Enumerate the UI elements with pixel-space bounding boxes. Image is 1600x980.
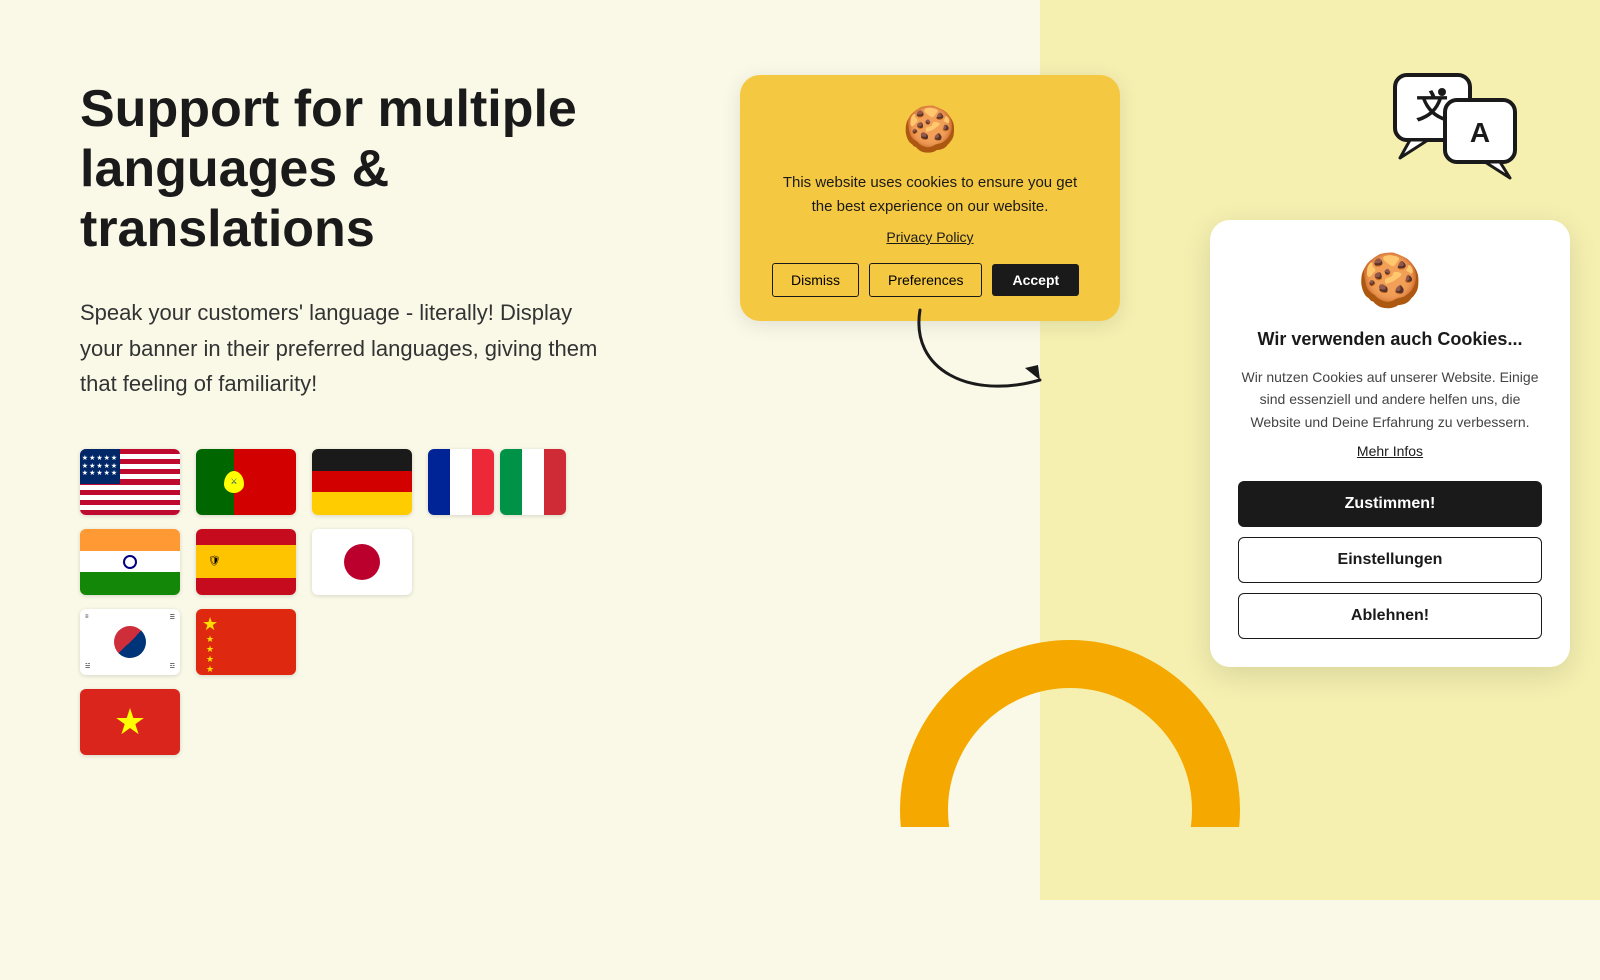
flag-kr: ≡ ☰ ☱ ☲	[80, 609, 180, 675]
de-banner-title: Wir verwenden auch Cookies...	[1238, 329, 1542, 350]
flags-row-2: 🛡	[80, 529, 640, 595]
flag-it	[500, 449, 566, 515]
flag-jp	[312, 529, 412, 595]
flag-pt: ⚔	[196, 449, 296, 515]
einstellungen-button[interactable]: Einstellungen	[1238, 537, 1542, 583]
en-privacy-link[interactable]: Privacy Policy	[772, 229, 1088, 245]
subtitle: Speak your customers' language - literal…	[80, 295, 600, 401]
flag-in	[80, 529, 180, 595]
de-cookie-banner: 🍪 Wir verwenden auch Cookies... Wir nutz…	[1210, 220, 1570, 667]
flags-row-4: ★	[80, 689, 640, 755]
dismiss-button[interactable]: Dismiss	[772, 263, 859, 297]
flag-vn: ★	[80, 689, 180, 755]
page-container: Support for multiple languages & transla…	[0, 0, 1600, 900]
curved-arrow-decoration	[890, 290, 1070, 425]
flags-row-3: ≡ ☰ ☱ ☲ ★ ★ ★ ★ ★	[80, 609, 640, 675]
mehr-infos-link[interactable]: Mehr Infos	[1238, 443, 1542, 459]
zustimmen-button[interactable]: Zustimmen!	[1238, 481, 1542, 527]
flags-grid: ★★★★★★★★★★★★★★★ ⚔	[80, 449, 640, 755]
de-banner-text: Wir nutzen Cookies auf unserer Website. …	[1238, 366, 1542, 433]
ablehnen-button[interactable]: Ablehnen!	[1238, 593, 1542, 639]
left-section: Support for multiple languages & transla…	[0, 0, 700, 900]
svg-text:A: A	[1470, 117, 1490, 148]
flags-row-1: ★★★★★★★★★★★★★★★ ⚔	[80, 449, 640, 515]
flag-usa: ★★★★★★★★★★★★★★★	[80, 449, 180, 515]
flag-cn: ★ ★ ★ ★ ★	[196, 609, 296, 675]
flag-es: 🛡	[196, 529, 296, 595]
en-banner-text: This website uses cookies to ensure you …	[772, 171, 1088, 219]
flag-de	[312, 449, 412, 515]
right-section: 文 A 🍪 This website uses cookies to ensur…	[700, 0, 1600, 900]
translation-icon: 文 A	[1390, 70, 1520, 185]
en-cookie-banner: 🍪 This website uses cookies to ensure yo…	[740, 75, 1120, 321]
main-title: Support for multiple languages & transla…	[80, 80, 640, 259]
en-cookie-icon: 🍪	[772, 103, 1088, 155]
flag-fr	[428, 449, 494, 515]
de-cookie-icon: 🍪	[1238, 250, 1542, 311]
golden-arch-decoration	[900, 640, 1240, 980]
